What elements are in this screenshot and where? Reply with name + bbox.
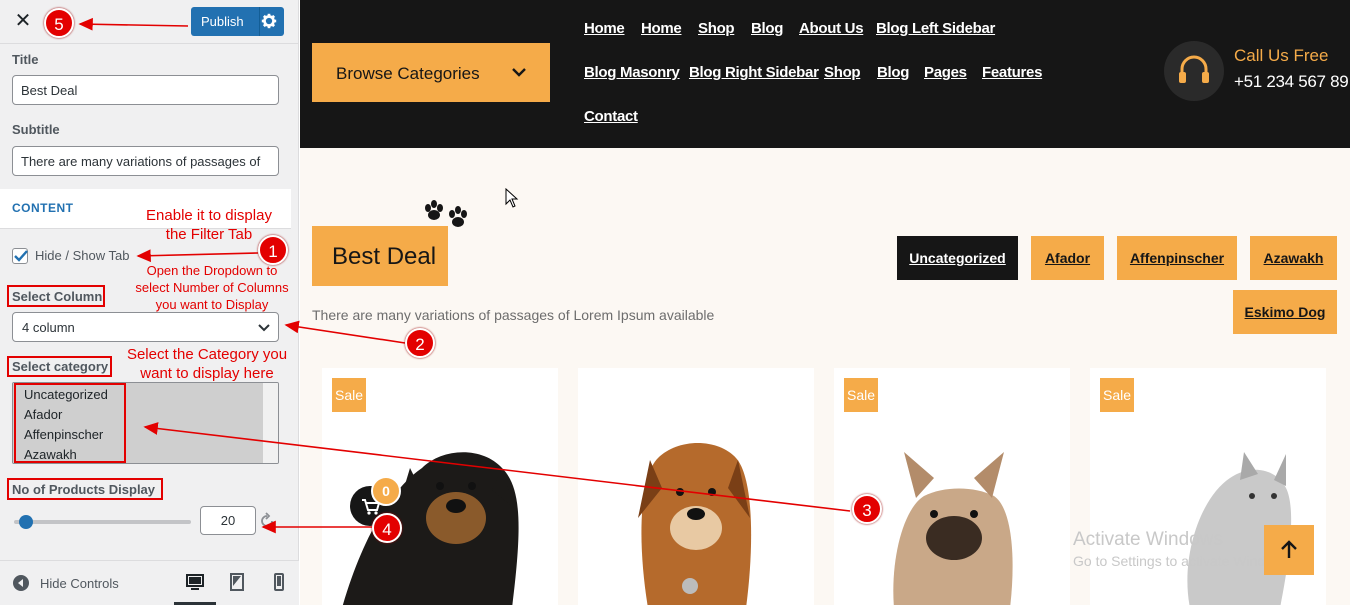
products-range-track[interactable] xyxy=(14,520,191,524)
tablet-preview-icon[interactable] xyxy=(226,571,248,593)
annotation-dropdown: Open the Dropdown to select Number of Co… xyxy=(128,262,296,313)
filter-tab-uncategorized[interactable]: Uncategorized xyxy=(897,236,1018,280)
customizer-footer: Hide Controls xyxy=(0,560,299,605)
highlight-category-list xyxy=(14,383,126,463)
annotation-badge-1: 1 xyxy=(258,235,288,265)
annotation-badge-3: 3 xyxy=(852,494,882,524)
scroll-to-top-button[interactable] xyxy=(1264,525,1314,575)
site-preview: Browse Categories Home Home Shop Blog Ab… xyxy=(300,0,1350,605)
content-section-title: CONTENT xyxy=(12,201,74,215)
nav-link-blog[interactable]: Blog xyxy=(751,20,783,37)
subtitle-label: Subtitle xyxy=(12,122,60,137)
hide-show-tab-label: Hide / Show Tab xyxy=(35,248,130,263)
publish-button[interactable]: Publish xyxy=(191,7,284,36)
nav-link-shop[interactable]: Shop xyxy=(698,20,735,37)
checkmark-icon xyxy=(14,250,28,262)
annotation-dropdown-text: Open the Dropdown to select Number of Co… xyxy=(135,263,289,312)
nav-link-about-us[interactable]: About Us xyxy=(799,20,864,37)
chevron-down-icon xyxy=(258,324,270,332)
headphones-icon xyxy=(1179,55,1209,83)
highlight-select-column xyxy=(7,285,105,307)
call-us-label: Call Us Free xyxy=(1234,46,1329,65)
filter-tab-afador[interactable]: Afador xyxy=(1031,236,1104,280)
browse-categories-button[interactable]: Browse Categories xyxy=(312,43,550,102)
product-card[interactable]: Sale xyxy=(834,368,1070,605)
category-listbox-scrollbar[interactable] xyxy=(263,383,278,463)
nav-link-home[interactable]: Home xyxy=(584,20,625,37)
mobile-preview-icon[interactable] xyxy=(268,571,290,593)
nav-link-contact[interactable]: Contact xyxy=(584,108,638,125)
highlight-select-category xyxy=(7,356,112,377)
arrow-up-icon xyxy=(1281,540,1297,558)
hide-controls-button[interactable]: Hide Controls xyxy=(40,576,119,591)
select-column-dropdown[interactable]: 4 column xyxy=(12,312,279,342)
filter-tab-azawakh[interactable]: Azawakh xyxy=(1250,236,1337,280)
products-range-thumb[interactable] xyxy=(19,515,33,529)
nav-link-features[interactable]: Features xyxy=(982,64,1042,81)
nav-link-blog-left-sidebar[interactable]: Blog Left Sidebar xyxy=(876,20,995,37)
windows-watermark-subtitle: Go to Settings to activate Windows. xyxy=(1073,553,1294,569)
publish-label: Publish xyxy=(201,14,244,29)
close-icon[interactable]: ✕ xyxy=(10,8,36,34)
annotation-category-text: Select the Category you want to display … xyxy=(126,346,288,382)
highlight-products-display xyxy=(7,478,163,500)
nav-link-blog-masonry[interactable]: Blog Masonry xyxy=(584,64,680,81)
product-card[interactable] xyxy=(578,368,814,605)
cart-count-badge: 0 xyxy=(371,476,401,506)
product-image-french-bulldog xyxy=(893,452,1013,605)
mouse-cursor-icon xyxy=(505,188,519,208)
annotation-badge-2: 2 xyxy=(405,328,435,358)
annotation-badge-4: 4 xyxy=(372,513,402,543)
products-display-input[interactable]: 20 xyxy=(200,506,256,535)
desktop-preview-icon[interactable] xyxy=(184,571,206,593)
reset-icon[interactable] xyxy=(258,512,276,530)
filter-tab-eskimo-dog[interactable]: Eskimo Dog xyxy=(1233,290,1337,334)
nav-link-blog[interactable]: Blog xyxy=(877,64,909,81)
headphones-badge xyxy=(1164,41,1224,101)
nav-link-pages[interactable]: Pages xyxy=(924,64,967,81)
section-title-box: Best Deal xyxy=(312,226,448,286)
nav-link-shop[interactable]: Shop xyxy=(824,64,861,81)
filter-tab-affenpinscher[interactable]: Affenpinscher xyxy=(1117,236,1237,280)
gear-icon[interactable] xyxy=(260,11,278,31)
browse-categories-label: Browse Categories xyxy=(336,64,480,83)
collapse-icon[interactable] xyxy=(13,575,29,591)
annotation-badge-5: 5 xyxy=(44,8,74,38)
chevron-down-icon xyxy=(512,68,526,77)
select-column-value: 4 column xyxy=(22,320,75,335)
site-header: Browse Categories Home Home Shop Blog Ab… xyxy=(300,0,1350,148)
subtitle-input[interactable] xyxy=(12,146,279,176)
call-us-phone[interactable]: +51 234 567 89 xyxy=(1234,72,1349,92)
product-image-brown-dog xyxy=(638,443,752,605)
section-subtitle: There are many variations of passages of… xyxy=(312,307,715,323)
nav-link-blog-right-sidebar[interactable]: Blog Right Sidebar xyxy=(689,64,819,81)
title-label: Title xyxy=(12,52,39,67)
annotation-enable-tab-text: Enable it to display the Filter Tab xyxy=(146,207,272,243)
hide-show-tab-checkbox[interactable] xyxy=(12,248,28,264)
section-title: Best Deal xyxy=(332,243,437,270)
windows-watermark-title: Activate Windows xyxy=(1073,529,1223,550)
nav-link-home[interactable]: Home xyxy=(641,20,682,37)
annotation-category: Select the Category you want to display … xyxy=(114,345,300,383)
title-input[interactable] xyxy=(12,75,279,105)
